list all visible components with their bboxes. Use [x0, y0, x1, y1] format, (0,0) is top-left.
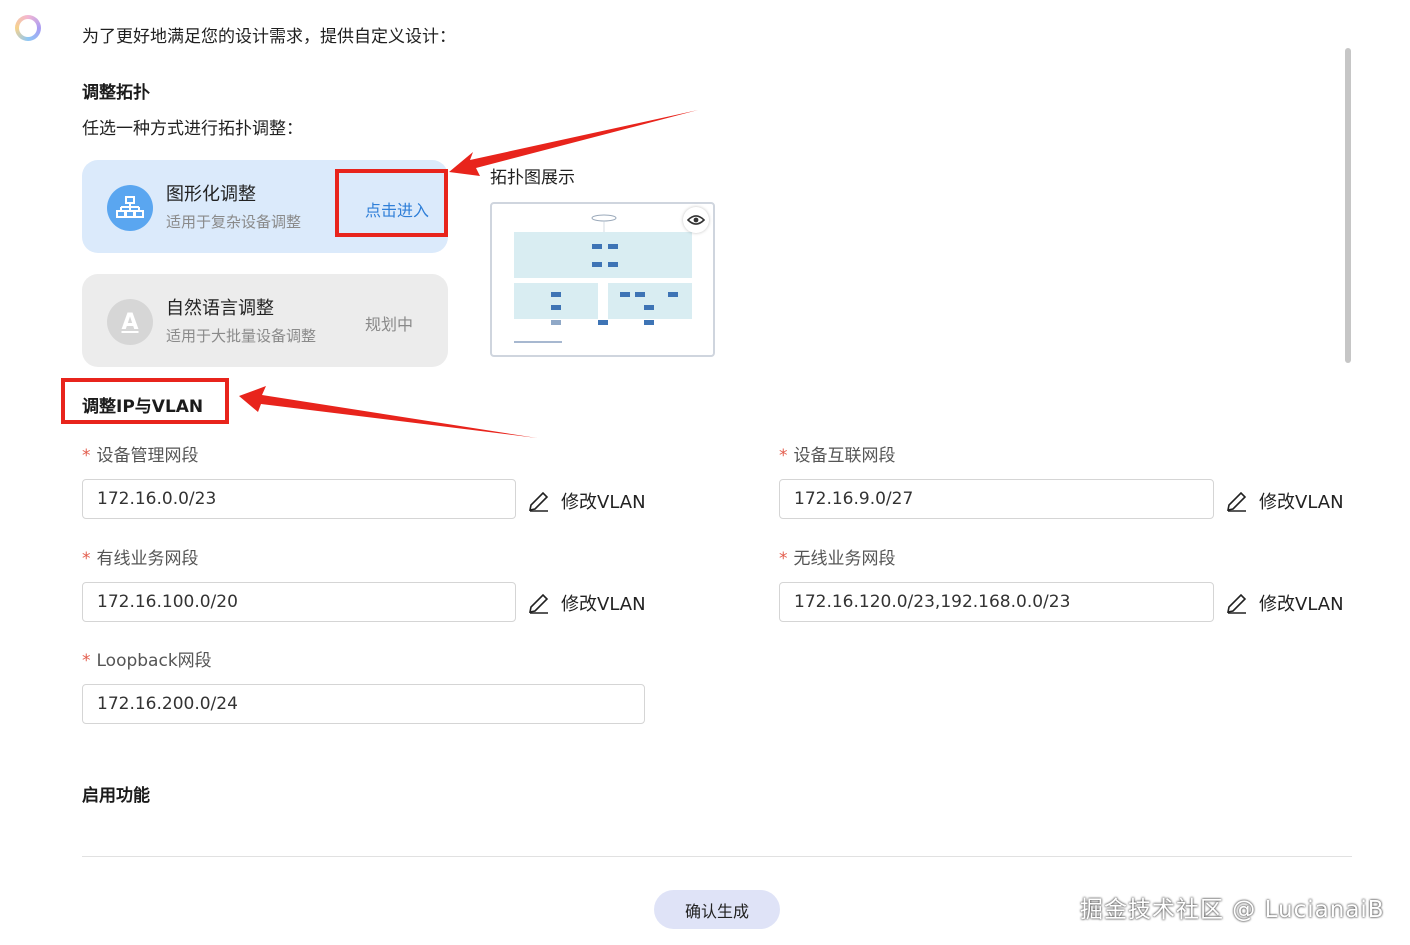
page: 为了更好地满足您的设计需求，提供自定义设计： 调整拓扑 任选一种方式进行拓扑调整… [0, 0, 1410, 945]
topology-diagram [514, 214, 692, 343]
text-a-icon: A [107, 299, 153, 345]
preview-eye-button[interactable] [683, 207, 709, 233]
natural-language-title: 自然语言调整 [166, 298, 274, 319]
interconnect-segment-label-text: 设备互联网段 [793, 446, 896, 466]
required-mark: * [779, 549, 788, 569]
topology-icon [107, 185, 153, 231]
planning-status: 规划中 [365, 315, 414, 334]
topology-preview-label: 拓扑图展示 [490, 168, 575, 188]
eye-icon [687, 215, 705, 225]
wireless-segment-label-text: 无线业务网段 [793, 549, 896, 569]
wireless-edit-vlan-button[interactable]: 修改VLAN [1225, 590, 1344, 616]
wired-segment-label: * 有线业务网段 [82, 544, 199, 569]
loopback-segment-input[interactable]: 172.16.200.0/24 [82, 684, 645, 724]
edit-vlan-label: 修改VLAN [1259, 594, 1344, 615]
features-section-title: 启用功能 [82, 786, 150, 806]
interconnect-edit-vlan-button[interactable]: 修改VLAN [1225, 488, 1344, 514]
wireless-segment-label: * 无线业务网段 [779, 544, 896, 569]
wired-edit-vlan-button[interactable]: 修改VLAN [527, 590, 646, 616]
natural-language-subtitle: 适用于大批量设备调整 [166, 327, 317, 345]
wired-segment-input[interactable]: 172.16.100.0/20 [82, 582, 516, 622]
mgmt-segment-input[interactable]: 172.16.0.0/23 [82, 479, 516, 519]
mgmt-edit-vlan-button[interactable]: 修改VLAN [527, 488, 646, 514]
confirm-generate-button[interactable]: 确认生成 [654, 890, 780, 929]
required-mark: * [779, 446, 788, 466]
topology-section-title: 调整拓扑 [82, 83, 150, 103]
loopback-segment-label: * Loopback网段 [82, 646, 212, 671]
divider [82, 856, 1352, 857]
wireless-segment-input[interactable]: 172.16.120.0/23,192.168.0.0/23 [779, 582, 1214, 622]
pencil-icon [528, 491, 549, 512]
annotation-arrows [239, 110, 698, 438]
required-mark: * [82, 446, 91, 466]
annotation-box-enter [335, 169, 448, 237]
watermark: 掘金技术社区 @ LucianaiB [1080, 897, 1385, 923]
assistant-avatar [15, 15, 41, 41]
pencil-icon [528, 593, 549, 614]
edit-vlan-label: 修改VLAN [561, 594, 646, 615]
required-mark: * [82, 651, 91, 671]
interconnect-segment-label: * 设备互联网段 [779, 441, 896, 466]
loopback-segment-label-text: Loopback网段 [96, 651, 212, 671]
pencil-icon [1226, 593, 1247, 614]
graphical-adjust-title: 图形化调整 [166, 184, 256, 205]
edit-vlan-label: 修改VLAN [561, 492, 646, 513]
required-mark: * [82, 549, 91, 569]
mgmt-segment-label-text: 设备管理网段 [96, 446, 199, 466]
graphical-adjust-subtitle: 适用于复杂设备调整 [166, 213, 302, 231]
ip-vlan-section-title: 调整IP与VLAN [82, 397, 204, 417]
topology-thumbnail[interactable] [490, 202, 715, 357]
intro-text: 为了更好地满足您的设计需求，提供自定义设计： [82, 27, 456, 47]
vertical-scrollbar[interactable] [1345, 48, 1351, 363]
edit-vlan-label: 修改VLAN [1259, 492, 1344, 513]
wired-segment-label-text: 有线业务网段 [96, 549, 199, 569]
annotation-arrow-bottom [239, 386, 537, 438]
mgmt-segment-label: * 设备管理网段 [82, 441, 199, 466]
natural-language-card: A 自然语言调整 适用于大批量设备调整 规划中 [82, 274, 448, 367]
topology-subtitle: 任选一种方式进行拓扑调整： [82, 119, 303, 139]
interconnect-segment-input[interactable]: 172.16.9.0/27 [779, 479, 1214, 519]
pencil-icon [1226, 491, 1247, 512]
